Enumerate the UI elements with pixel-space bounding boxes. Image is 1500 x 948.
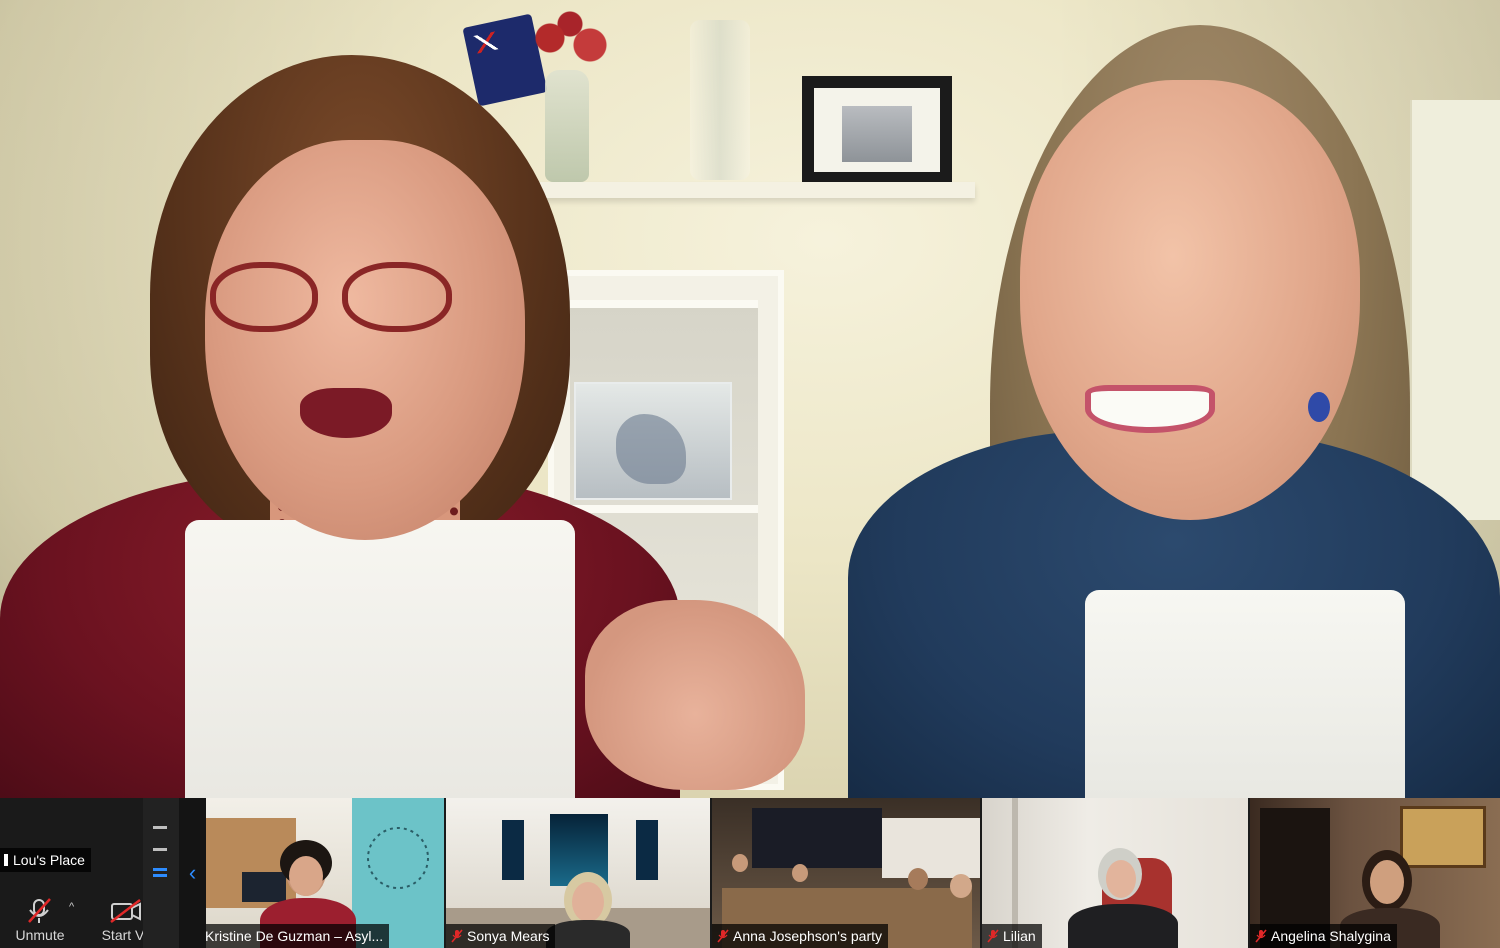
participant-tile[interactable]: Angelina Shalygina (1250, 798, 1500, 948)
speaker-name-tag: Lou's Place (0, 848, 91, 872)
wall-painting (1400, 806, 1486, 868)
artwork (636, 820, 658, 880)
participant-head (732, 854, 748, 872)
strip-handle-bar (153, 874, 167, 877)
participant-name-label: Angelina Shalygina (1250, 924, 1397, 948)
earring (1308, 392, 1330, 422)
window (752, 808, 882, 868)
participant-head (950, 874, 972, 898)
participant-head (908, 868, 928, 890)
meeting-controls: Unmute Start V (0, 872, 150, 948)
person-left-apron (185, 520, 575, 798)
kitchen-wall (882, 818, 980, 878)
microphone-muted-icon (1255, 929, 1267, 943)
gallery-view-toggle[interactable] (143, 798, 179, 948)
strip-handle-bar (153, 868, 167, 871)
cabinet-shelf (570, 300, 758, 308)
participant-name: Angelina Shalygina (1271, 928, 1391, 944)
picture-frame (802, 76, 952, 182)
microphone-muted-icon (451, 929, 463, 943)
smile (1085, 385, 1215, 433)
unmute-label: Unmute (15, 927, 65, 943)
signal-icon (4, 854, 8, 866)
person-right-apron (1085, 590, 1405, 798)
participant-name: Kristine De Guzman – Asyl... (206, 928, 384, 944)
participant-tile[interactable]: Anna Josephson's party (712, 798, 980, 948)
chevron-left-icon: ‹ (188, 860, 197, 885)
glass-vase (690, 20, 750, 180)
gesturing-hand (585, 600, 805, 790)
strip-handle-bar (153, 848, 167, 851)
microphone-muted-icon (987, 929, 999, 943)
participant-name-label: Lilian (982, 924, 1042, 948)
glasses (210, 262, 318, 332)
speaker-name: Lou's Place (13, 852, 85, 868)
audio-options-caret[interactable]: ^ (69, 901, 74, 913)
participant-face (289, 856, 323, 896)
microphone-muted-icon (717, 929, 729, 943)
active-speaker-video (0, 0, 1500, 798)
storage-box (574, 382, 732, 500)
glasses (342, 262, 452, 332)
participant-name: Lilian (1003, 928, 1036, 944)
participant-name: Anna Josephson's party (733, 928, 882, 944)
person-right-face (1020, 80, 1360, 520)
strip-handle-bar (153, 826, 167, 829)
person-left-face (205, 140, 525, 540)
participant-face (572, 882, 604, 922)
shelf (515, 182, 975, 198)
participant-tile[interactable]: Lilian (982, 798, 1248, 948)
participant-head (792, 864, 808, 882)
artwork (502, 820, 524, 880)
mouth (300, 388, 392, 438)
participant-name-label: Anna Josephson's party (712, 924, 888, 948)
vase (545, 70, 589, 182)
door (1410, 100, 1500, 520)
participant-body (546, 920, 630, 948)
participant-tile[interactable]: Kristine De Guzman – Asyl... (206, 798, 444, 948)
participant-body (1068, 904, 1178, 948)
participant-name-label: Kristine De Guzman – Asyl... (206, 924, 390, 948)
participant-face (1106, 860, 1136, 898)
participant-name: Sonya Mears (467, 928, 550, 944)
participant-tile[interactable]: Sonya Mears (446, 798, 710, 948)
monitor (242, 872, 286, 902)
participant-face (1370, 860, 1404, 904)
participant-name-label: Sonya Mears (446, 924, 556, 948)
cabinet-shelf (570, 505, 758, 513)
gallery-prev-button[interactable]: ‹ (179, 798, 206, 948)
